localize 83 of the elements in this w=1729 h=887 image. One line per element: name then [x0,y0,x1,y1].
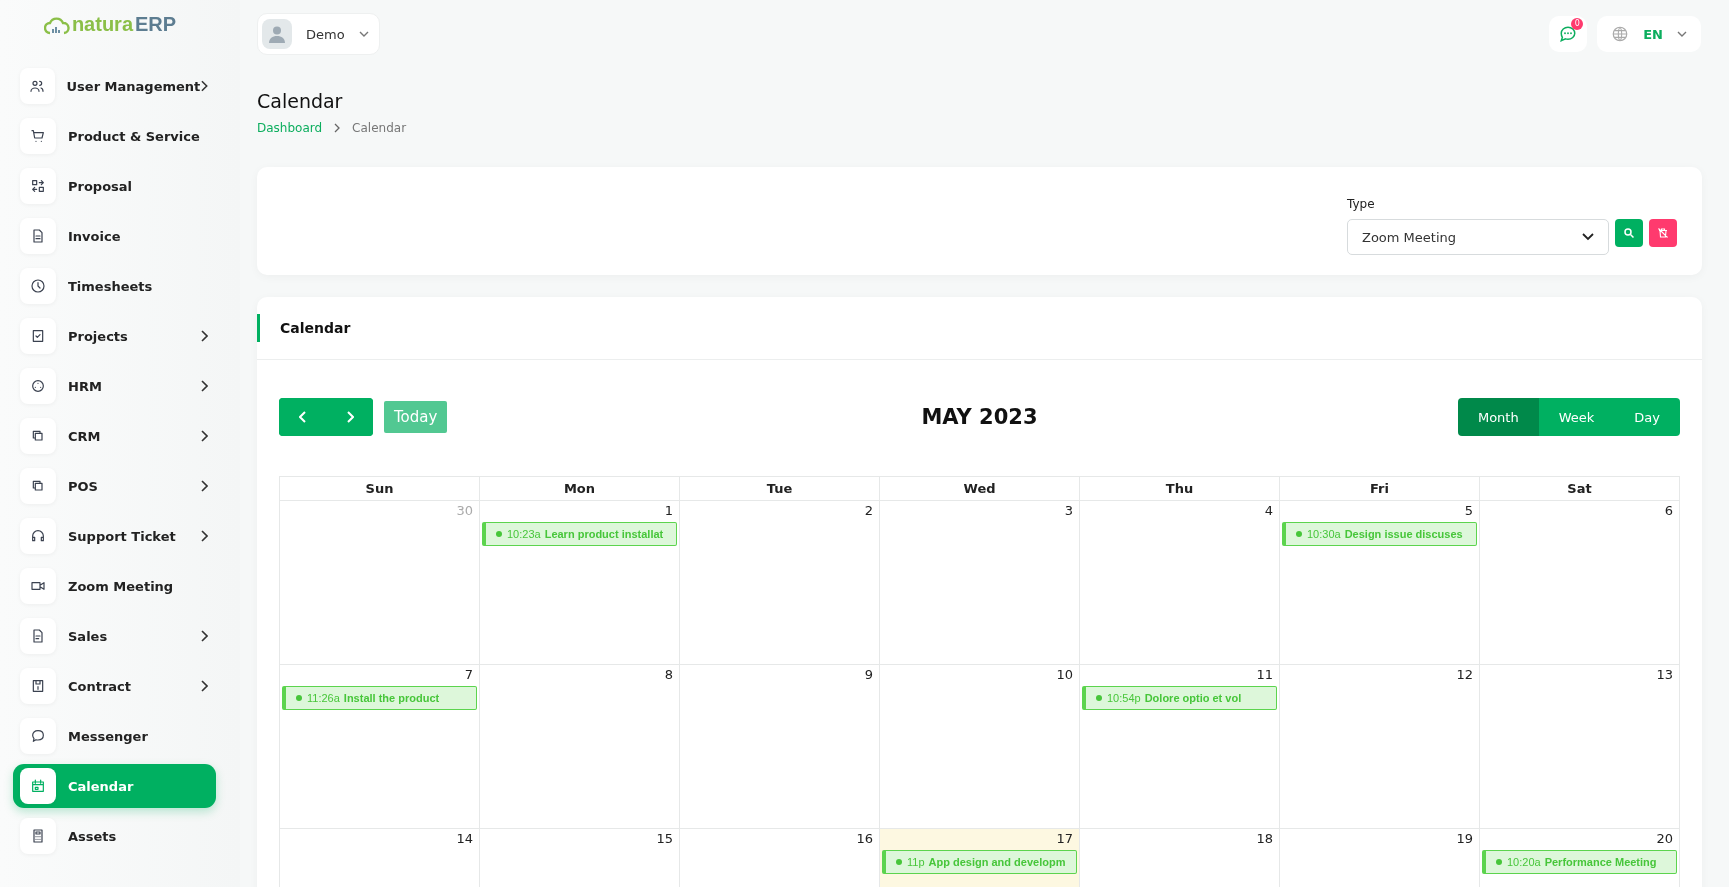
chevron-right-icon [334,123,341,133]
day-number: 10 [1056,667,1074,683]
clear-filter-button[interactable] [1649,219,1677,247]
day-number: 4 [1264,503,1274,519]
menu-item-icon [20,418,56,454]
menu-item-icon [20,468,56,504]
chevron-down-icon [358,31,369,37]
sidebar-item[interactable]: Support Ticket [13,514,216,558]
day-number: 12 [1456,667,1474,683]
menu-item-icon [20,568,56,604]
menu-item-icon [20,168,56,204]
menu-item-icon [20,818,56,854]
sidebar-item[interactable]: Assets [13,814,216,858]
sidebar-item[interactable]: Projects [13,314,216,358]
globe-icon [1611,25,1630,43]
page-title: Calendar [257,90,344,112]
day-number: 17 [1056,831,1074,847]
day-number: 5 [1464,503,1474,519]
menu-item-icon [20,618,56,654]
day-number: 18 [1256,831,1274,847]
weekday-header: Sat [1480,477,1680,501]
chevron-left-icon [298,411,307,423]
sidebar-item[interactable]: Zoom Meeting [13,564,216,608]
trash-off-icon [1657,227,1669,239]
day-number: 19 [1456,831,1474,847]
day-number: 1 [664,503,674,519]
menu-item-icon [20,218,56,254]
natura-erp-logo[interactable]: naturaERP [0,0,240,55]
search-button[interactable] [1615,219,1643,247]
type-label: Type [1347,197,1376,211]
day-number: 15 [656,831,674,847]
cloud-icon [43,14,70,35]
type-select[interactable]: Zoom Meeting [1347,219,1609,255]
day-number: 2 [864,503,874,519]
sidebar-item[interactable]: CRM [13,414,216,458]
search-icon [1623,227,1635,239]
day-number: 7 [464,667,474,683]
view-tab[interactable]: Month [1457,398,1539,436]
sidebar-item[interactable]: Timesheets [13,264,216,308]
weekday-header: Fri [1280,477,1480,501]
card-title: Calendar [280,320,351,336]
menu-item-icon [20,518,56,554]
sidebar-item[interactable]: Messenger [13,714,216,758]
menu-item-icon [20,668,56,704]
menu-item-icon [20,268,56,304]
weekday-header: Sun [280,477,480,501]
weekday-header: Thu [1080,477,1280,501]
menu-item-icon [20,118,56,154]
user-menu-button[interactable]: Demo [257,13,380,55]
day-number: 16 [856,831,874,847]
chat-icon [1559,25,1578,43]
weekday-header: Tue [680,477,880,501]
menu-item-icon [20,68,55,104]
month-title: MAY 2023 [921,405,1038,429]
day-number: 9 [864,667,874,683]
day-number: 14 [456,831,474,847]
menu-item-icon [20,718,56,754]
menu-item-icon [20,318,56,354]
day-number: 6 [1664,503,1674,519]
sidebar-item[interactable]: POS [13,464,216,508]
day-number: 20 [1656,831,1674,847]
avatar-icon [262,19,292,49]
notification-count: 0 [1571,18,1584,30]
menu-item-icon [20,368,56,404]
chevron-down-icon [1582,233,1594,241]
sidebar-item[interactable]: Invoice [13,214,216,258]
day-number: 3 [1064,503,1074,519]
menu-item-icon [20,768,56,804]
day-number: 30 [456,503,474,519]
sidebar-item[interactable]: Contract [13,664,216,708]
weekday-header: Wed [880,477,1080,501]
sidebar-item[interactable]: HRM [13,364,216,408]
breadcrumb-current: Calendar [352,121,407,135]
sidebar-item[interactable]: Product & Service [13,114,216,158]
sidebar-item[interactable]: Proposal [13,164,216,208]
weekday-header: Mon [480,477,680,501]
day-number: 13 [1656,667,1674,683]
chevron-down-icon [1677,31,1687,37]
chevron-right-icon [345,411,354,423]
day-number: 8 [664,667,674,683]
day-number: 11 [1256,667,1274,683]
sidebar-item[interactable]: User Management [13,64,216,108]
sidebar-item[interactable]: Sales [13,614,216,658]
